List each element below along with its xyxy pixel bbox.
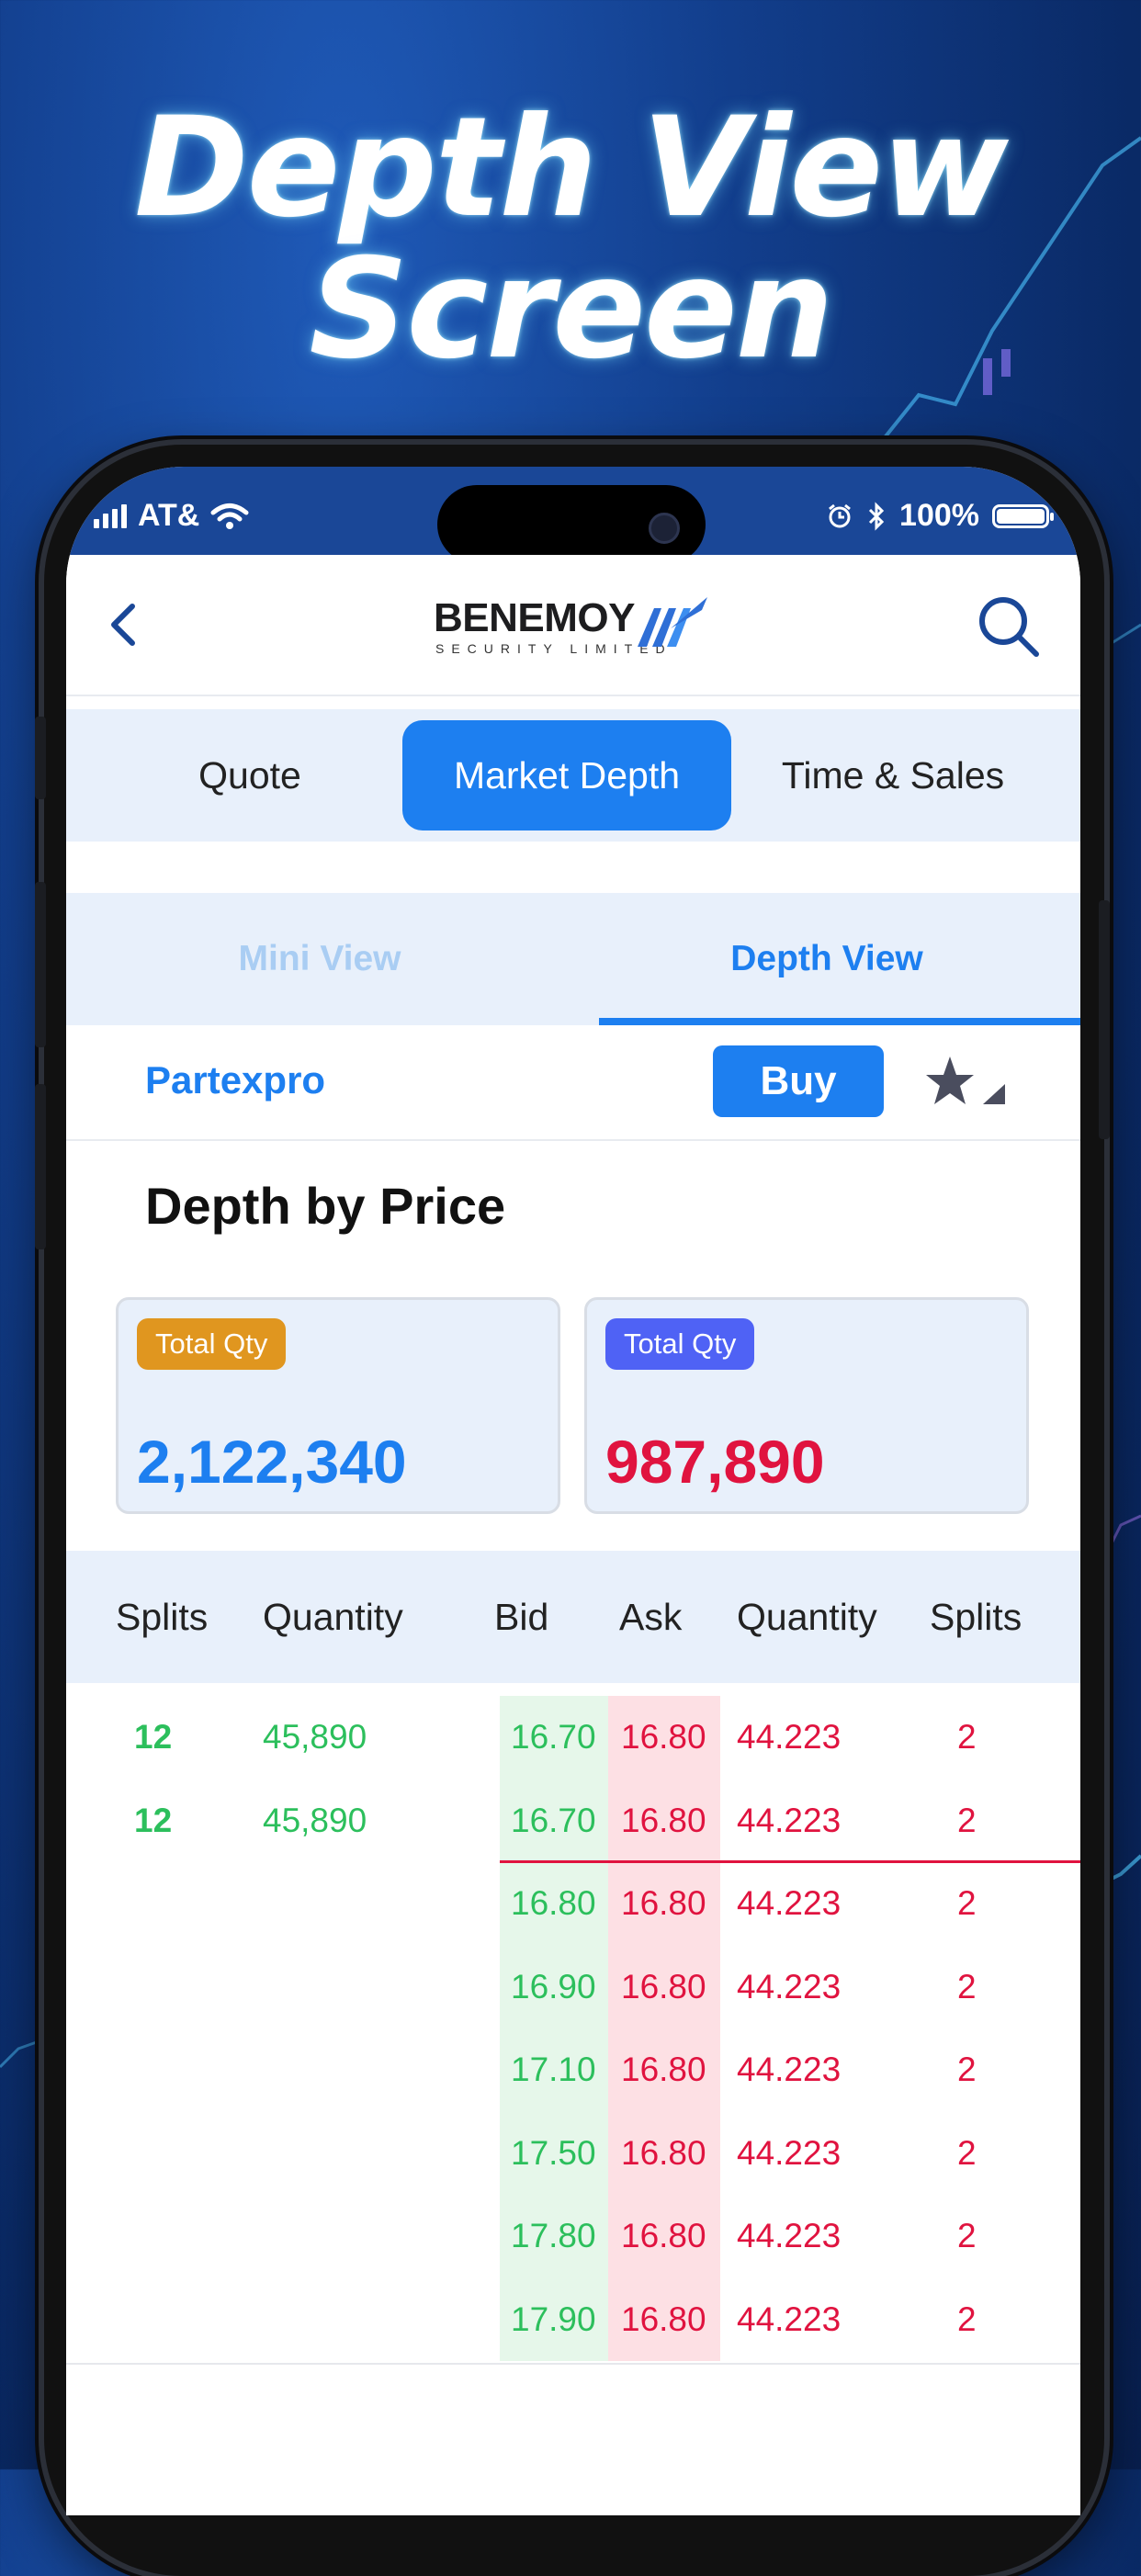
ask-price-cell: 16.80 [621,2299,706,2338]
battery-percent: 100% [899,498,979,533]
header-bid: Bid [494,1595,549,1638]
ask-quantity-cell: 44.223 [737,2299,842,2338]
ask-splits-cell: 2 [957,2051,977,2088]
total-bid-qty-card: Total Qty 2,122,340 [116,1297,560,1514]
total-qty-badge: Total Qty [137,1318,287,1370]
ask-quantity-cell: 44.223 [737,1967,842,2005]
ask-splits-cell: 2 [957,2299,977,2338]
ask-splits-cell: 2 [957,2133,977,2172]
bid-price-cell: 17.50 [511,2133,596,2172]
symbol-name[interactable]: Partexpro [145,1058,325,1102]
depth-row[interactable]: 17.50 16.80 44.223 2 [66,2112,1080,2195]
bid-splits-cell: 12 [134,1801,173,1839]
header-ask-quantity: Quantity [737,1595,877,1638]
status-bar: AT& 100% [66,467,1080,564]
ask-quantity-cell: 44.223 [737,2133,842,2172]
ask-quantity-cell: 44.223 [737,1718,842,1756]
ask-price-cell: 16.80 [621,1718,706,1756]
total-ask-qty-value: 987,890 [605,1428,825,1496]
ask-quantity-cell: 44.223 [737,1884,842,1922]
bid-price-cell: 16.80 [511,1884,596,1922]
bid-price-cell: 16.90 [511,1967,596,2005]
phone-volume-down-button [35,1084,46,1249]
dynamic-island [437,485,706,564]
headline-line-1: Depth View [134,88,1009,248]
total-bid-qty-value: 2,122,340 [137,1428,407,1496]
bid-price-cell: 16.70 [511,1801,596,1839]
ask-price-cell: 16.80 [621,1967,706,2005]
bid-price-cell: 17.10 [511,2051,596,2088]
depth-row[interactable]: 17.90 16.80 44.223 2 [66,2278,1080,2361]
star-icon[interactable] [926,1053,1009,1112]
header-ask-splits: Splits [930,1595,1022,1638]
depth-row[interactable]: 16.90 16.80 44.223 2 [66,1946,1080,2028]
status-left: AT& [94,498,249,534]
tab-quote[interactable]: Quote [103,720,397,830]
carrier-label: AT& [138,498,200,533]
camera-icon [649,513,680,544]
status-right: 100% [826,498,1054,534]
depth-row[interactable]: 12 45,890 16.70 16.80 44.223 2 [66,1779,1080,1862]
ask-splits-cell: 2 [957,2217,977,2254]
ask-price-cell: 16.80 [621,2217,706,2254]
ask-price-cell: 16.80 [621,2133,706,2172]
ask-splits-cell: 2 [957,1967,977,2005]
battery-level [997,508,1045,524]
ask-quantity-cell: 44.223 [737,1801,842,1839]
total-ask-qty-card: Total Qty 987,890 [584,1297,1029,1514]
search-icon[interactable] [974,592,1044,661]
headline-line-2: Screen [309,230,833,390]
logo-mark-icon [638,597,707,647]
view-tabs: Mini View Depth View [66,893,1080,1025]
ask-splits-cell: 2 [957,1801,977,1839]
tab-time-and-sales[interactable]: Time & Sales [737,720,1049,830]
app-screen: AT& 100% BENEMOY SECURITY LIMITED Quote … [66,467,1080,2515]
phone-power-button [1099,900,1110,1139]
bid-quantity-cell: 45,890 [263,1801,367,1839]
depth-row[interactable]: 12 45,890 16.70 16.80 44.223 2 [66,1696,1080,1779]
main-tabs: Quote Market Depth Time & Sales [66,709,1080,842]
buy-button[interactable]: Buy [713,1045,884,1117]
ask-quantity-cell: 44.223 [737,2217,842,2254]
bid-price-cell: 17.90 [511,2299,596,2338]
bid-quantity-cell: 45,890 [263,1718,367,1756]
tab-market-depth[interactable]: Market Depth [402,720,731,830]
header-bid-splits: Splits [116,1595,209,1638]
depth-row[interactable]: 16.80 16.80 44.223 2 [66,1862,1080,1945]
app-bar: BENEMOY SECURITY LIMITED [66,555,1080,696]
dropdown-triangle-icon [983,1084,1005,1104]
tab-depth-view[interactable]: Depth View [573,893,1080,1025]
ask-quantity-cell: 44.223 [737,2051,842,2088]
ask-price-cell: 16.80 [621,1801,706,1839]
battery-icon [992,503,1054,528]
bid-price-cell: 16.70 [511,1718,596,1756]
ask-price-cell: 16.80 [621,2051,706,2088]
brand-logo: BENEMOY SECURITY LIMITED [434,595,728,660]
symbol-row: Partexpro Buy [66,1025,1080,1141]
active-tab-indicator [599,1018,1080,1025]
depth-row[interactable]: 17.80 16.80 44.223 2 [66,2195,1080,2277]
depth-row[interactable]: 17.10 16.80 44.223 2 [66,2028,1080,2111]
bluetooth-icon [868,501,885,531]
wifi-icon [210,503,249,529]
ask-price-cell: 16.80 [621,1884,706,1922]
table-bottom-border [66,2363,1080,2365]
ask-splits-cell: 2 [957,1718,977,1756]
back-icon[interactable] [97,597,153,652]
alarm-icon [829,503,851,527]
bid-price-cell: 17.80 [511,2217,596,2254]
ask-splits-cell: 2 [957,1884,977,1922]
bid-splits-cell: 12 [134,1718,173,1756]
total-qty-badge: Total Qty [605,1318,755,1370]
tab-mini-view[interactable]: Mini View [66,893,573,1025]
header-bid-quantity: Quantity [263,1595,403,1638]
header-ask: Ask [619,1595,683,1638]
depth-table-header: Splits Quantity Bid Ask Quantity Splits [66,1551,1080,1683]
phone-volume-up-button [35,882,46,1047]
signal-icon [94,503,127,528]
logo-name: BENEMOY [434,595,635,640]
section-title: Depth by Price [145,1177,506,1235]
phone-side-button [35,717,46,799]
